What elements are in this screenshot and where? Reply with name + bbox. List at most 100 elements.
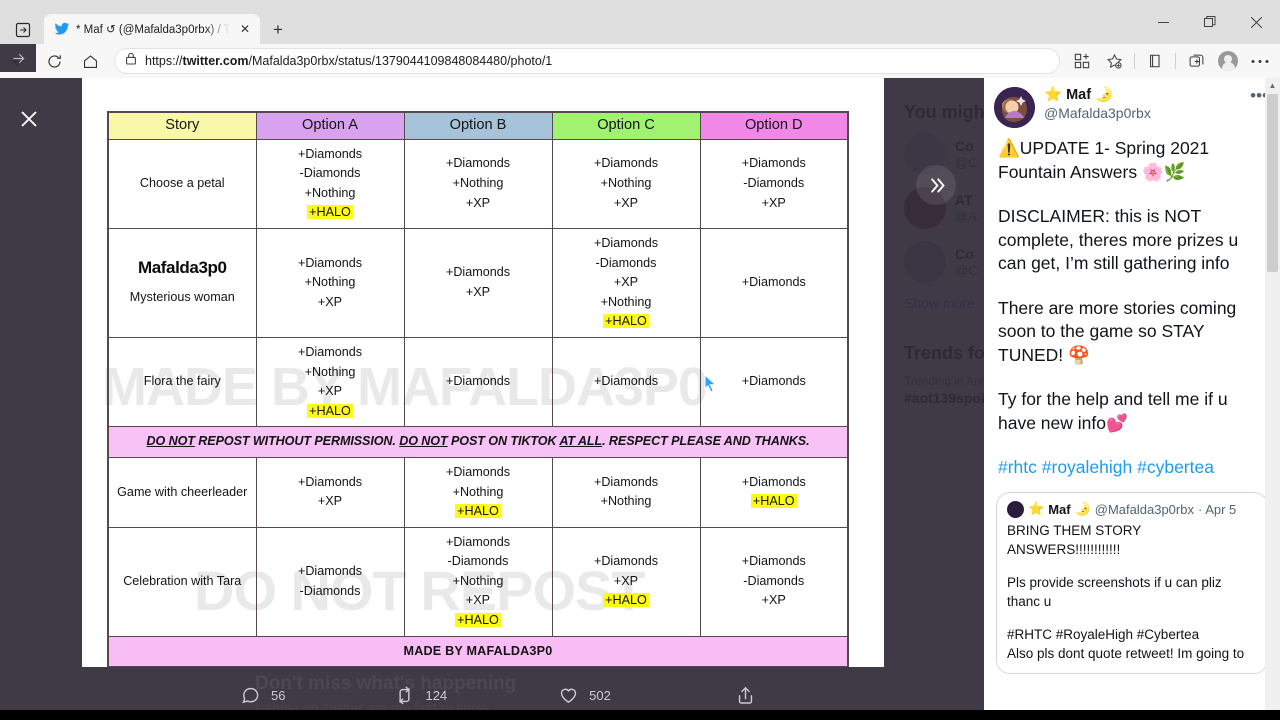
quoted-author-row: ⭐ Maf 🌛 @Mafalda3p0rbx · Apr 5 xyxy=(1007,500,1257,518)
halo-badge: +HALO xyxy=(603,314,649,329)
reload-button[interactable] xyxy=(36,47,72,75)
lightbox-image[interactable]: MADE BY MAFALDA3P0 DO NOT REPOST Story O… xyxy=(82,78,884,667)
settings-more-icon[interactable] xyxy=(1244,47,1276,75)
browser-titlebar: * Maf ↺ (@Mafalda3p0rbx) / Tw ✕ + xyxy=(0,0,1280,44)
profile-avatar-button[interactable] xyxy=(1212,47,1244,75)
tweet-paragraph: There are more stories coming soon to th… xyxy=(998,297,1237,365)
halo-badge: +HALO xyxy=(455,613,501,628)
lock-icon xyxy=(125,52,137,70)
like-button[interactable]: 502 xyxy=(559,686,611,705)
avatar[interactable] xyxy=(994,87,1035,128)
table-row: Celebration with Tara +Diamonds -Diamonds… xyxy=(107,526,849,637)
tweet-handle[interactable]: @Mafalda3p0rbx xyxy=(1044,104,1241,123)
address-bar[interactable]: https://twitter.com/Mafalda3p0rbx/status… xyxy=(114,48,1060,74)
row-label-text: Mysterious woman xyxy=(129,290,235,305)
cell-option-c: +Diamonds +Nothing +XP xyxy=(551,138,701,229)
cell-option-c: +Diamonds +XP +HALO xyxy=(551,526,701,637)
row-label: Game with cheerleader xyxy=(107,456,257,528)
header-option-a: Option A xyxy=(255,111,405,140)
taskbar-strip xyxy=(0,710,1280,720)
reply-button[interactable]: 56 xyxy=(241,686,285,705)
cell-option-d: +Diamonds +HALO xyxy=(699,456,849,528)
close-window-button[interactable] xyxy=(1235,7,1279,37)
row-label: Flora the fairy xyxy=(107,336,257,428)
tab-close-icon[interactable]: ✕ xyxy=(236,20,254,38)
tweet-paragraph: DISCLAIMER: this is NOT complete, theres… xyxy=(998,206,1239,273)
display-name-text: Maf xyxy=(1066,87,1092,103)
tab-search-icon[interactable] xyxy=(10,18,36,42)
mouse-cursor-icon xyxy=(704,373,717,393)
window-controls xyxy=(1140,0,1280,44)
retweet-button[interactable]: 124 xyxy=(395,686,447,705)
collections-icon[interactable] xyxy=(1066,47,1098,75)
toolbar-divider xyxy=(1134,53,1135,69)
header-story: Story xyxy=(107,111,257,140)
table-row: Game with cheerleader +Diamonds +XP +Diam… xyxy=(107,456,849,528)
table-row: Mafalda3p0 Mysterious woman +Diamonds +No… xyxy=(107,227,849,338)
row-label: Mafalda3p0 Mysterious woman xyxy=(107,227,257,338)
quoted-tweet-card[interactable]: ⭐ Maf 🌛 @Mafalda3p0rbx · Apr 5 BRING THE… xyxy=(996,491,1268,674)
cell-option-a: +Diamonds +Nothing +XP xyxy=(255,227,405,338)
cell-option-a: +Diamonds +Nothing +XP +HALO xyxy=(255,336,405,428)
toolbar-icons xyxy=(1066,47,1280,75)
twitter-bird-icon xyxy=(54,21,70,37)
tweet-body: ⚠️UPDATE 1- Spring 2021 Fountain Answers… xyxy=(984,128,1280,480)
quoted-handle: @Mafalda3p0rbx xyxy=(1094,501,1194,517)
retweet-count: 124 xyxy=(425,688,448,703)
cell-option-b: +Diamonds +Nothing +XP xyxy=(403,138,553,229)
halo-badge: +HALO xyxy=(750,494,797,509)
cell-option-b: +Diamonds xyxy=(403,336,553,428)
quoted-line: #RHTC #RoyaleHigh #Cybertea xyxy=(1007,626,1200,642)
address-bar-url: https://twitter.com/Mafalda3p0rbx/status… xyxy=(145,54,553,68)
maximize-button[interactable] xyxy=(1188,7,1232,37)
browser-navbar: https://twitter.com/Mafalda3p0rbx/status… xyxy=(0,44,1280,78)
scroll-up-arrow[interactable]: ▲ xyxy=(1265,78,1280,93)
browser-tab[interactable]: * Maf ↺ (@Mafalda3p0rbx) / Tw ✕ xyxy=(44,14,260,44)
row-label: Celebration with Tara xyxy=(107,526,257,637)
favorites-star-icon[interactable] xyxy=(1098,47,1130,75)
cell-option-b: +Diamonds +Nothing +HALO xyxy=(403,456,553,528)
header-option-c: Option C xyxy=(551,111,701,140)
share-button[interactable] xyxy=(736,686,766,705)
lightbox-close-button[interactable] xyxy=(11,101,47,137)
star-emoji: ⭐ xyxy=(1044,87,1063,103)
footer-row: MADE BY MAFALDA3P0 xyxy=(107,635,849,667)
forward-button[interactable] xyxy=(0,44,36,72)
avatar xyxy=(1218,51,1238,71)
minimize-button[interactable] xyxy=(1141,7,1185,37)
moon-emoji: 🌛 xyxy=(1074,501,1091,516)
quoted-line: BRING THEM STORY ANSWERS!!!!!!!!!!!! xyxy=(1007,522,1142,557)
quoted-date: · Apr 5 xyxy=(1197,501,1237,517)
add-collection-icon[interactable] xyxy=(1180,47,1212,75)
scrollbar-thumb[interactable] xyxy=(1267,94,1278,272)
tweet-hashtags[interactable]: #rhtc #royalehigh #cybertea xyxy=(998,456,1266,480)
toolbar-divider-2 xyxy=(1175,53,1176,69)
fountain-answers-table: Story Option A Option B Option C Option … xyxy=(107,111,849,667)
like-count: 502 xyxy=(589,688,611,703)
collections-pane-icon[interactable] xyxy=(1139,47,1171,75)
tweet-paragraph: Ty for the help and tell me if u have ne… xyxy=(998,389,1228,433)
avatar xyxy=(1007,500,1024,518)
cell-option-c: +Diamonds xyxy=(551,336,701,428)
table-header-row: Story Option A Option B Option C Option … xyxy=(107,111,849,140)
repost-notice: DO NOT REPOST WITHOUT PERMISSION. DO NOT… xyxy=(107,426,849,458)
halo-badge: +HALO xyxy=(307,205,353,220)
page-scrollbar[interactable]: ▲ ▼ xyxy=(1265,78,1280,720)
cell-option-a: +Diamonds -Diamonds +Nothing +HALO xyxy=(255,138,405,229)
table-row: Flora the fairy +Diamonds +Nothing +XP +HAL… xyxy=(107,336,849,428)
home-button[interactable] xyxy=(72,47,108,75)
cell-option-a: +Diamonds -Diamonds xyxy=(255,526,405,637)
lightbox-next-button[interactable] xyxy=(916,165,956,205)
author-stamp: Mafalda3p0 xyxy=(137,257,227,277)
cell-option-b: +Diamonds +XP xyxy=(403,227,553,338)
tweet-display-name[interactable]: ⭐ Maf 🌛 xyxy=(1044,87,1241,104)
tab-title: * Maf ↺ (@Mafalda3p0rbx) / Tw xyxy=(76,24,230,36)
halo-badge: +HALO xyxy=(603,593,649,608)
row-label: Choose a petal xyxy=(107,138,257,229)
reply-count: 56 xyxy=(271,688,286,703)
header-option-b: Option B xyxy=(403,111,553,140)
new-tab-button[interactable]: + xyxy=(266,18,290,42)
table-row: Choose a petal +Diamonds -Diamonds +Nothin… xyxy=(107,138,849,229)
quoted-line: Also pls dont quote retweet! Im going to xyxy=(1007,645,1245,661)
